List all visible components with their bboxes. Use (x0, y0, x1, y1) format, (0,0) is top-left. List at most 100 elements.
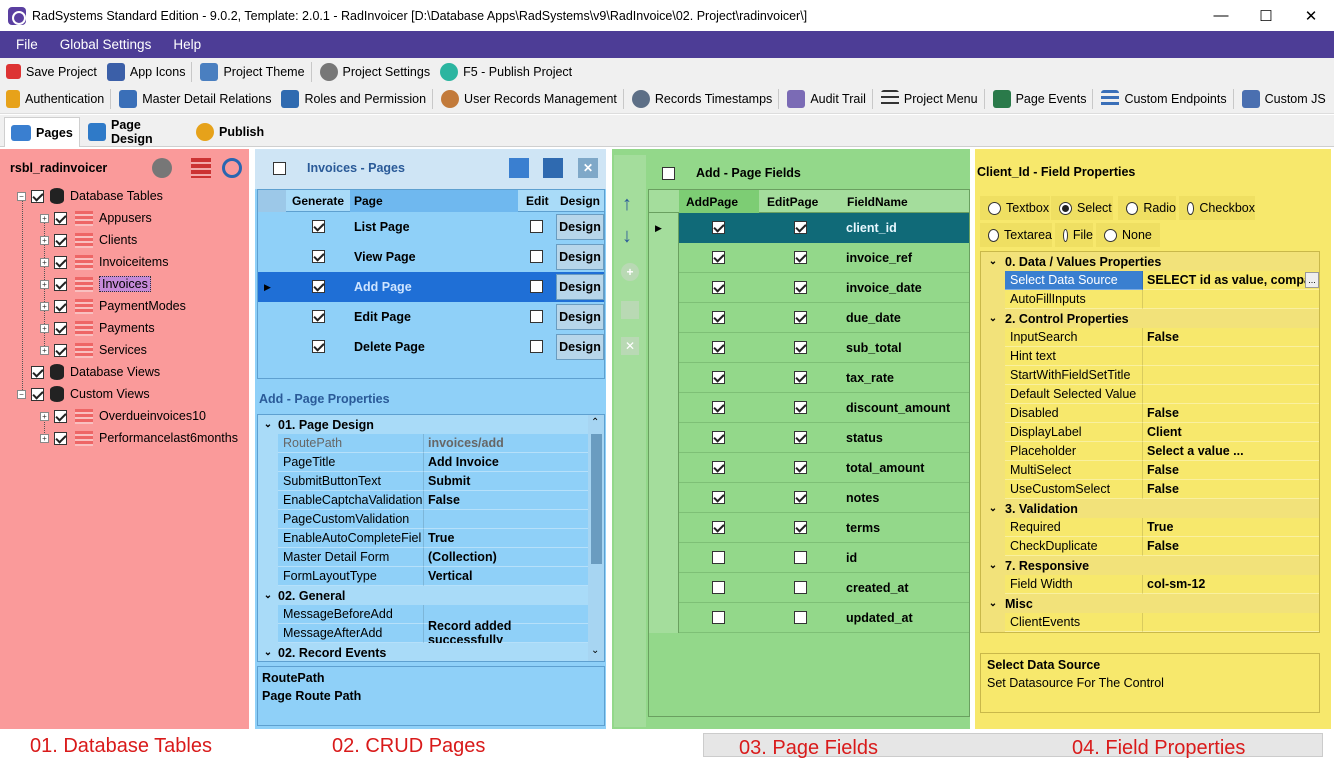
field-row[interactable]: discount_amount (649, 393, 969, 423)
addpage-checkbox[interactable] (712, 371, 725, 384)
edit-checkbox[interactable] (530, 310, 543, 323)
property-value[interactable]: True (1143, 518, 1319, 537)
tree-table-payments[interactable]: + Payments (40, 318, 155, 338)
generate-checkbox[interactable] (312, 340, 325, 353)
editpage-checkbox[interactable] (794, 221, 807, 234)
property-row[interactable]: RoutePath invoices/add (258, 434, 588, 453)
property-row[interactable]: EnableCaptchaValidation False (258, 491, 588, 510)
property-row[interactable]: SubmitButtonText Submit (258, 472, 588, 491)
editpage-checkbox[interactable] (794, 251, 807, 264)
property-value[interactable]: Add Invoice (424, 453, 588, 472)
property-value[interactable] (1143, 290, 1319, 309)
property-value[interactable]: col-sm-12 (1143, 575, 1319, 594)
edit-checkbox[interactable] (530, 220, 543, 233)
close-button[interactable]: ✕ (1288, 0, 1334, 31)
expand-icon[interactable]: + (40, 235, 49, 245)
property-category[interactable]: ⌄ 0. Data / Values Properties (981, 252, 1319, 271)
authentication-button[interactable]: Authentication (6, 90, 104, 108)
scroll-up-icon[interactable]: ⌃ (591, 417, 599, 428)
design-button[interactable]: Design (556, 334, 604, 360)
editpage-checkbox[interactable] (794, 491, 807, 504)
property-row[interactable]: CheckDuplicate False (981, 537, 1319, 556)
page-row[interactable]: ▶ Add Page Design (258, 272, 604, 302)
page-row[interactable]: Delete Page Design (258, 332, 604, 362)
minimize-button[interactable]: — (1198, 0, 1244, 31)
user-records-management-button[interactable]: User Records Management (441, 90, 617, 108)
property-value[interactable]: Select a value ... (1143, 442, 1319, 461)
control-type-textarea-radio[interactable]: Textarea (980, 223, 1052, 247)
collapse-icon[interactable]: − (17, 191, 26, 201)
property-value[interactable]: Vertical (424, 567, 588, 586)
field-row[interactable]: total_amount (649, 453, 969, 483)
custom-views-checkbox[interactable] (31, 387, 44, 401)
tree-table-paymentmodes[interactable]: + PaymentModes (40, 296, 186, 316)
addpage-checkbox[interactable] (712, 251, 725, 264)
menu-help[interactable]: Help (173, 37, 201, 52)
editpage-checkbox[interactable] (794, 341, 807, 354)
generate-checkbox[interactable] (312, 310, 325, 323)
tree-table-invoiceitems[interactable]: + Invoiceitems (40, 252, 168, 272)
db-table-settings-icon[interactable] (191, 158, 211, 178)
move-down-icon[interactable]: ↓ (622, 225, 632, 248)
add-field-icon[interactable]: + (621, 263, 639, 281)
audit-trail-button[interactable]: Audit Trail (787, 90, 866, 108)
menu-file[interactable]: File (16, 37, 38, 52)
field-row[interactable]: due_date (649, 303, 969, 333)
property-row[interactable]: ClientEvents (981, 613, 1319, 632)
property-value[interactable] (1143, 347, 1319, 366)
property-row[interactable]: FormLayoutType Vertical (258, 567, 588, 586)
editpage-checkbox[interactable] (794, 521, 807, 534)
property-value[interactable] (1143, 385, 1319, 404)
custom-js-button[interactable]: Custom JS (1241, 90, 1326, 108)
property-category[interactable]: ⌄ 3. Validation (981, 499, 1319, 518)
menu-global-settings[interactable]: Global Settings (60, 37, 152, 52)
design-button[interactable]: Design (556, 244, 604, 270)
control-type-select-radio[interactable]: Select (1051, 196, 1113, 220)
property-value[interactable]: False (1143, 537, 1319, 556)
refresh-icon[interactable] (222, 158, 242, 178)
table-checkbox[interactable] (54, 343, 67, 357)
addpage-checkbox[interactable] (712, 551, 725, 564)
select-all-fields-checkbox[interactable] (662, 167, 675, 180)
addpage-checkbox[interactable] (712, 221, 725, 234)
view-checkbox[interactable] (54, 409, 67, 423)
table-checkbox[interactable] (54, 255, 67, 269)
copy-page-icon[interactable] (543, 158, 563, 178)
addpage-checkbox[interactable] (712, 581, 725, 594)
maximize-button[interactable]: ☐ (1243, 0, 1289, 31)
tree-database-views[interactable]: Database Views (17, 362, 160, 382)
property-row[interactable]: Placeholder Select a value ... (981, 442, 1319, 461)
tree-table-appusers[interactable]: + Appusers (40, 208, 152, 228)
save-project-button[interactable]: Save Project (6, 64, 97, 79)
tree-table-services[interactable]: + Services (40, 340, 147, 360)
addpage-checkbox[interactable] (712, 311, 725, 324)
property-value[interactable]: Client (1143, 423, 1319, 442)
delete-page-icon[interactable]: ✕ (578, 158, 598, 178)
remove-field-icon[interactable]: ✕ (621, 337, 639, 355)
property-category[interactable]: ⌄ Misc (981, 594, 1319, 613)
expand-icon[interactable]: + (40, 345, 49, 355)
views-checkbox[interactable] (31, 365, 44, 379)
field-row[interactable]: invoice_ref (649, 243, 969, 273)
property-value[interactable]: False (1143, 404, 1319, 423)
edit-checkbox[interactable] (530, 280, 543, 293)
addpage-checkbox[interactable] (712, 611, 725, 624)
expand-icon[interactable]: + (40, 257, 49, 267)
page-row[interactable]: List Page Design (258, 212, 604, 242)
property-row[interactable]: Field Width col-sm-12 (981, 575, 1319, 594)
property-value[interactable]: Submit (424, 472, 588, 491)
editpage-checkbox[interactable] (794, 551, 807, 564)
property-row[interactable]: MultiSelect False (981, 461, 1319, 480)
ellipsis-button[interactable]: ... (1305, 272, 1319, 288)
editpage-checkbox[interactable] (794, 581, 807, 594)
editpage-checkbox[interactable] (794, 461, 807, 474)
edit-checkbox[interactable] (530, 340, 543, 353)
addpage-checkbox[interactable] (712, 461, 725, 474)
page-row[interactable]: Edit Page Design (258, 302, 604, 332)
control-type-checkbox-radio[interactable]: Checkbox (1179, 196, 1255, 220)
table-checkbox[interactable] (54, 299, 67, 313)
field-row[interactable]: notes (649, 483, 969, 513)
expand-icon[interactable]: + (40, 433, 49, 443)
property-row[interactable]: InputSearch False (981, 328, 1319, 347)
addpage-checkbox[interactable] (712, 431, 725, 444)
